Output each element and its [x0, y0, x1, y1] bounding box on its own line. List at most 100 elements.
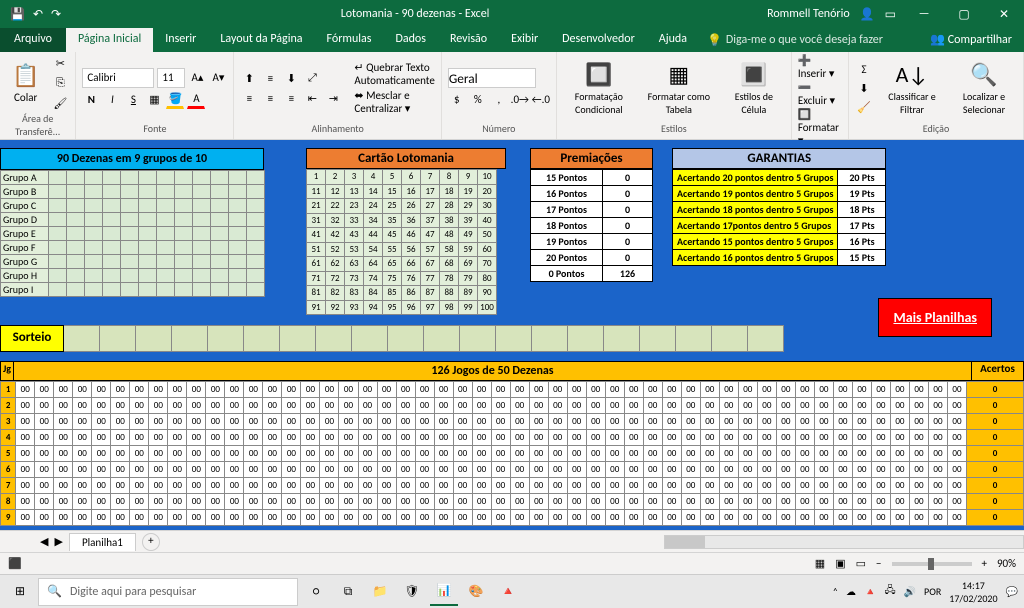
paint-icon[interactable]: 🎨	[462, 578, 490, 606]
align-right-icon[interactable]: ≡	[282, 89, 300, 107]
comma-icon[interactable]: ,	[490, 90, 508, 108]
cortana-icon[interactable]: ○	[302, 578, 330, 606]
align-top-icon[interactable]: ⬆	[240, 69, 258, 87]
format-painter-icon[interactable]: 🖌	[51, 94, 69, 112]
jogos-acertos-header: Acertos	[972, 361, 1024, 381]
browser-icon[interactable]: 🛡	[398, 578, 426, 606]
paste-button[interactable]: 📋Colar	[6, 60, 45, 106]
tab-review[interactable]: Revisão	[438, 28, 499, 52]
redo-icon[interactable]: ↷	[51, 7, 61, 22]
align-center-icon[interactable]: ≡	[261, 89, 279, 107]
shrink-font-icon[interactable]: A▾	[209, 69, 227, 87]
tray-sound-icon[interactable]: 🔊	[904, 585, 916, 598]
share-button[interactable]: 👥 Compartilhar	[918, 28, 1024, 52]
orientation-icon[interactable]: ⤢	[303, 69, 321, 87]
cells-delete-button[interactable]: ➖ Excluir ▾	[798, 81, 842, 107]
wrap-text-button[interactable]: ↵ Quebrar Texto Automaticamente	[354, 61, 434, 87]
user-name[interactable]: Rommell Tenório	[767, 7, 850, 21]
format-table-button[interactable]: ▦Formatar como Tabela	[641, 59, 717, 118]
tray-date[interactable]: 17/02/2020	[949, 592, 997, 605]
font-size-input[interactable]	[157, 68, 185, 88]
excel-taskbar-icon[interactable]: 📊	[430, 578, 458, 606]
tray-vlc-icon[interactable]: 🔺	[864, 585, 876, 598]
clear-icon[interactable]: 🧹	[855, 98, 873, 116]
tab-home[interactable]: Página Inicial	[66, 28, 153, 52]
copy-icon[interactable]: ⎘	[51, 74, 69, 92]
indent-dec-icon[interactable]: ⇤	[303, 89, 321, 107]
sort-filter-button[interactable]: A↓Classificar e Filtrar	[879, 59, 945, 118]
align-middle-icon[interactable]: ≡	[261, 69, 279, 87]
close-button[interactable]: ✕	[984, 7, 1024, 22]
save-icon[interactable]: 💾	[10, 7, 25, 22]
cut-icon[interactable]: ✂	[51, 54, 69, 72]
tray-time[interactable]: 14:17	[949, 579, 997, 592]
tray-notif-icon[interactable]: 💬	[1006, 585, 1018, 598]
currency-icon[interactable]: $	[448, 90, 466, 108]
view-pagebreak-icon[interactable]: ▭	[856, 557, 866, 570]
minimize-button[interactable]: —	[904, 7, 944, 22]
tab-view[interactable]: Exibir	[499, 28, 550, 52]
font-color-icon[interactable]: A	[187, 91, 205, 109]
horiz-scrollbar[interactable]	[664, 535, 1024, 549]
view-layout-icon[interactable]: ▣	[835, 557, 845, 570]
tray-up-icon[interactable]: ˄	[833, 585, 838, 598]
nav-first-icon[interactable]: ◀	[40, 535, 48, 548]
view-normal-icon[interactable]: ▦	[815, 557, 825, 570]
grupos-table[interactable]: Grupo AGrupo BGrupo CGrupo DGrupo EGrupo…	[0, 170, 265, 297]
find-select-button[interactable]: 🔍Localizar e Selecionar	[951, 59, 1017, 118]
fill-color-icon[interactable]: 🪣	[166, 91, 184, 109]
zoom-level[interactable]: 90%	[997, 557, 1016, 570]
autosum-icon[interactable]: Σ	[855, 60, 873, 78]
tell-me[interactable]: Diga-me o que você deseja fazer	[726, 33, 883, 47]
zoom-slider[interactable]	[892, 562, 972, 566]
tab-file[interactable]: Arquivo	[0, 28, 66, 52]
taskbar-search[interactable]: 🔍Digite aqui para pesquisar	[38, 578, 298, 606]
italic-icon[interactable]: I	[103, 91, 121, 109]
bold-icon[interactable]: N	[82, 91, 100, 109]
user-avatar-icon[interactable]: 👤	[860, 7, 875, 22]
vlc-icon[interactable]: 🔺	[494, 578, 522, 606]
explorer-icon[interactable]: 📁	[366, 578, 394, 606]
cell-styles-button[interactable]: 🔳Estilos de Célula	[723, 59, 785, 118]
tab-developer[interactable]: Desenvolvedor	[550, 28, 647, 52]
taskview-icon[interactable]: ⧉	[334, 578, 362, 606]
font-name-input[interactable]	[82, 68, 154, 88]
underline-icon[interactable]: S	[124, 91, 142, 109]
start-button[interactable]: ⊞	[6, 578, 34, 606]
border-icon[interactable]: ▦	[145, 91, 163, 109]
tab-formulas[interactable]: Fórmulas	[315, 28, 384, 52]
undo-icon[interactable]: ↶	[33, 7, 43, 22]
fill-icon[interactable]: ⬇	[855, 79, 873, 97]
cartao-header: Cartão Lotomania	[306, 148, 506, 169]
cartao-table[interactable]: 1234567891011121314151617181920212223242…	[306, 169, 497, 315]
tab-layout[interactable]: Layout da Página	[208, 28, 314, 52]
align-bottom-icon[interactable]: ⬇	[282, 69, 300, 87]
cond-format-button[interactable]: 🔲Formatação Condicional	[563, 59, 635, 118]
tray-cloud-icon[interactable]: ☁	[846, 585, 856, 598]
dec-decimal-icon[interactable]: ←.0	[532, 90, 550, 108]
grow-font-icon[interactable]: A▴	[188, 69, 206, 87]
mais-planilhas-link[interactable]: Mais Planilhas	[878, 298, 992, 337]
maximize-button[interactable]: ▢	[944, 7, 984, 22]
inc-decimal-icon[interactable]: .0→	[511, 90, 529, 108]
ribbon-options-icon[interactable]: ▭	[885, 7, 896, 22]
sorteio-cells[interactable]	[64, 325, 784, 352]
tray-net-icon[interactable]: 🖧	[884, 583, 895, 600]
zoom-in-button[interactable]: +	[982, 557, 987, 570]
tray-lang[interactable]: POR	[924, 585, 941, 598]
merge-center-button[interactable]: ⬌ Mesclar e Centralizar ▾	[354, 89, 434, 115]
cells-insert-button[interactable]: ➕ Inserir ▾	[798, 54, 842, 80]
tab-insert[interactable]: Inserir	[153, 28, 208, 52]
tab-data[interactable]: Dados	[383, 28, 437, 52]
nav-last-icon[interactable]: ▶	[54, 535, 62, 548]
number-format-select[interactable]	[448, 68, 536, 88]
sheet-tab[interactable]: Planilha1	[69, 533, 136, 551]
indent-inc-icon[interactable]: ⇥	[324, 89, 342, 107]
add-sheet-button[interactable]: +	[142, 533, 160, 551]
percent-icon[interactable]: %	[469, 90, 487, 108]
jogos-table[interactable]: 1000000000000000000000000000000000000000…	[0, 381, 1024, 526]
align-left-icon[interactable]: ≡	[240, 89, 258, 107]
zoom-out-button[interactable]: −	[876, 557, 881, 570]
tab-help[interactable]: Ajuda	[647, 28, 699, 52]
grupo-row-label: Grupo E	[1, 227, 49, 241]
